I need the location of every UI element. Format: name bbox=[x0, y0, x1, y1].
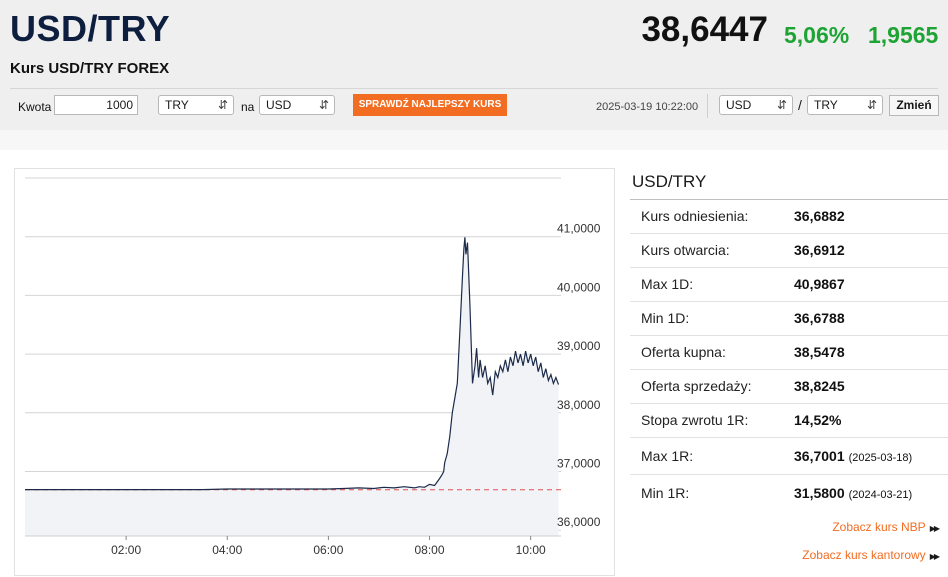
stat-row: Min 1D: 36,6788 bbox=[630, 302, 948, 336]
page-subtitle: Kurs USD/TRY FOREX bbox=[10, 60, 170, 77]
double-chevron-right-icon: ▶▶ bbox=[929, 524, 940, 533]
to-label: na bbox=[241, 100, 255, 114]
nbp-rate-link[interactable]: Zobacz kurs NBP ▶▶ bbox=[832, 520, 940, 534]
y-tick-label: 36,0000 bbox=[557, 515, 601, 529]
stat-row: Oferta kupna: 38,5478 bbox=[630, 336, 948, 370]
stat-row: Max 1D: 40,9867 bbox=[630, 268, 948, 302]
y-tick-label: 38,0000 bbox=[557, 398, 601, 412]
stat-label: Max 1R: bbox=[641, 448, 694, 464]
stat-value: 38,5478 bbox=[794, 344, 845, 360]
stat-label: Stopa zwrotu 1R: bbox=[641, 412, 749, 428]
exchange-rate-link[interactable]: Zobacz kurs kantorowy ▶▶ bbox=[802, 548, 940, 562]
from-currency-select[interactable]: TRY ⇵ bbox=[158, 95, 234, 115]
stat-row: Kurs odniesienia: 36,6882 bbox=[630, 200, 948, 234]
y-tick-label: 37,0000 bbox=[557, 456, 601, 470]
y-tick-label: 39,0000 bbox=[557, 339, 601, 353]
stat-value: 36,6788 bbox=[794, 310, 845, 326]
pair-quote-select[interactable]: TRY ⇵ bbox=[807, 95, 883, 115]
page-title: USD/TRY bbox=[10, 8, 171, 49]
stat-label: Min 1D: bbox=[641, 310, 690, 326]
amount-input[interactable]: 1000 bbox=[54, 95, 138, 115]
pair-separator: / bbox=[798, 97, 802, 113]
quote-header: USD/TRY Kurs USD/TRY FOREX 38,6447 5,06%… bbox=[0, 0, 948, 130]
stat-value: 40,9867 bbox=[794, 276, 845, 292]
stat-value-number: 36,7001 bbox=[794, 448, 845, 464]
x-tick-label: 10:00 bbox=[516, 543, 546, 557]
x-tick-label: 02:00 bbox=[111, 543, 141, 557]
divider bbox=[707, 94, 708, 118]
stat-label: Oferta sprzedaży: bbox=[641, 378, 752, 394]
amount-label: Kwota bbox=[18, 100, 52, 114]
change-percent: 5,06% bbox=[784, 22, 850, 48]
double-chevron-right-icon: ▶▶ bbox=[929, 552, 940, 561]
stat-row: Oferta sprzedaży: 38,8245 bbox=[630, 370, 948, 404]
panel-title: USD/TRY bbox=[632, 172, 707, 191]
from-currency-value: TRY bbox=[165, 98, 189, 112]
stat-label: Max 1D: bbox=[641, 276, 694, 292]
change-absolute: 1,9565 bbox=[868, 22, 939, 48]
to-currency-select[interactable]: USD ⇵ bbox=[259, 95, 335, 115]
stat-value: 31,5800 (2024-03-21) bbox=[794, 485, 912, 501]
stat-row: Max 1R: 36,7001 (2025-03-18) bbox=[630, 438, 948, 475]
stat-value: 36,7001 (2025-03-18) bbox=[794, 448, 912, 464]
quote-datetime: 2025-03-19 10:22:00 bbox=[596, 101, 699, 113]
stat-value: 36,6882 bbox=[794, 208, 845, 224]
stat-label: Kurs otwarcia: bbox=[641, 242, 730, 258]
stat-value-number: 31,5800 bbox=[794, 485, 845, 501]
stat-row: Min 1R: 31,5800 (2024-03-21) bbox=[630, 475, 948, 511]
x-tick-label: 06:00 bbox=[313, 543, 343, 557]
pair-quote-value: TRY bbox=[814, 98, 838, 112]
select-arrows-icon: ⇵ bbox=[866, 98, 877, 112]
x-tick-label: 08:00 bbox=[415, 543, 445, 557]
select-arrows-icon: ⇵ bbox=[318, 98, 329, 112]
select-arrows-icon: ⇵ bbox=[217, 98, 228, 112]
price-chart[interactable]: 36,0000 37,0000 38,0000 39,0000 40,0000 41,00… bbox=[14, 168, 615, 576]
header-divider bbox=[10, 88, 938, 89]
section-band bbox=[0, 130, 948, 150]
pair-base-value: USD bbox=[726, 98, 752, 112]
change-pair-button[interactable]: Zmień bbox=[889, 95, 939, 116]
stat-date: (2025-03-18) bbox=[848, 452, 913, 464]
series-area bbox=[25, 237, 559, 537]
stat-value: 38,8245 bbox=[794, 378, 845, 394]
to-currency-value: USD bbox=[266, 98, 292, 112]
stat-value: 14,52% bbox=[794, 412, 842, 428]
stat-row: Stopa zwrotu 1R: 14,52% bbox=[630, 404, 948, 438]
stat-label: Min 1R: bbox=[641, 485, 690, 501]
stat-date: (2024-03-21) bbox=[848, 489, 913, 501]
best-rate-button[interactable]: SPRAWDŹ NAJLEPSZY KURS bbox=[353, 94, 507, 116]
select-arrows-icon: ⇵ bbox=[776, 98, 787, 112]
pair-base-select[interactable]: USD ⇵ bbox=[719, 95, 793, 115]
nbp-rate-link-label: Zobacz kurs NBP bbox=[832, 520, 926, 534]
current-price: 38,6447 bbox=[641, 10, 768, 49]
y-tick-label: 41,0000 bbox=[557, 222, 601, 236]
stat-label: Oferta kupna: bbox=[641, 344, 726, 360]
stat-row: Kurs otwarcia: 36,6912 bbox=[630, 234, 948, 268]
stat-value: 36,6912 bbox=[794, 242, 845, 258]
y-tick-label: 40,0000 bbox=[557, 280, 601, 294]
exchange-rate-link-label: Zobacz kurs kantorowy bbox=[802, 548, 926, 562]
x-tick-label: 04:00 bbox=[212, 543, 242, 557]
stat-label: Kurs odniesienia: bbox=[641, 208, 749, 224]
